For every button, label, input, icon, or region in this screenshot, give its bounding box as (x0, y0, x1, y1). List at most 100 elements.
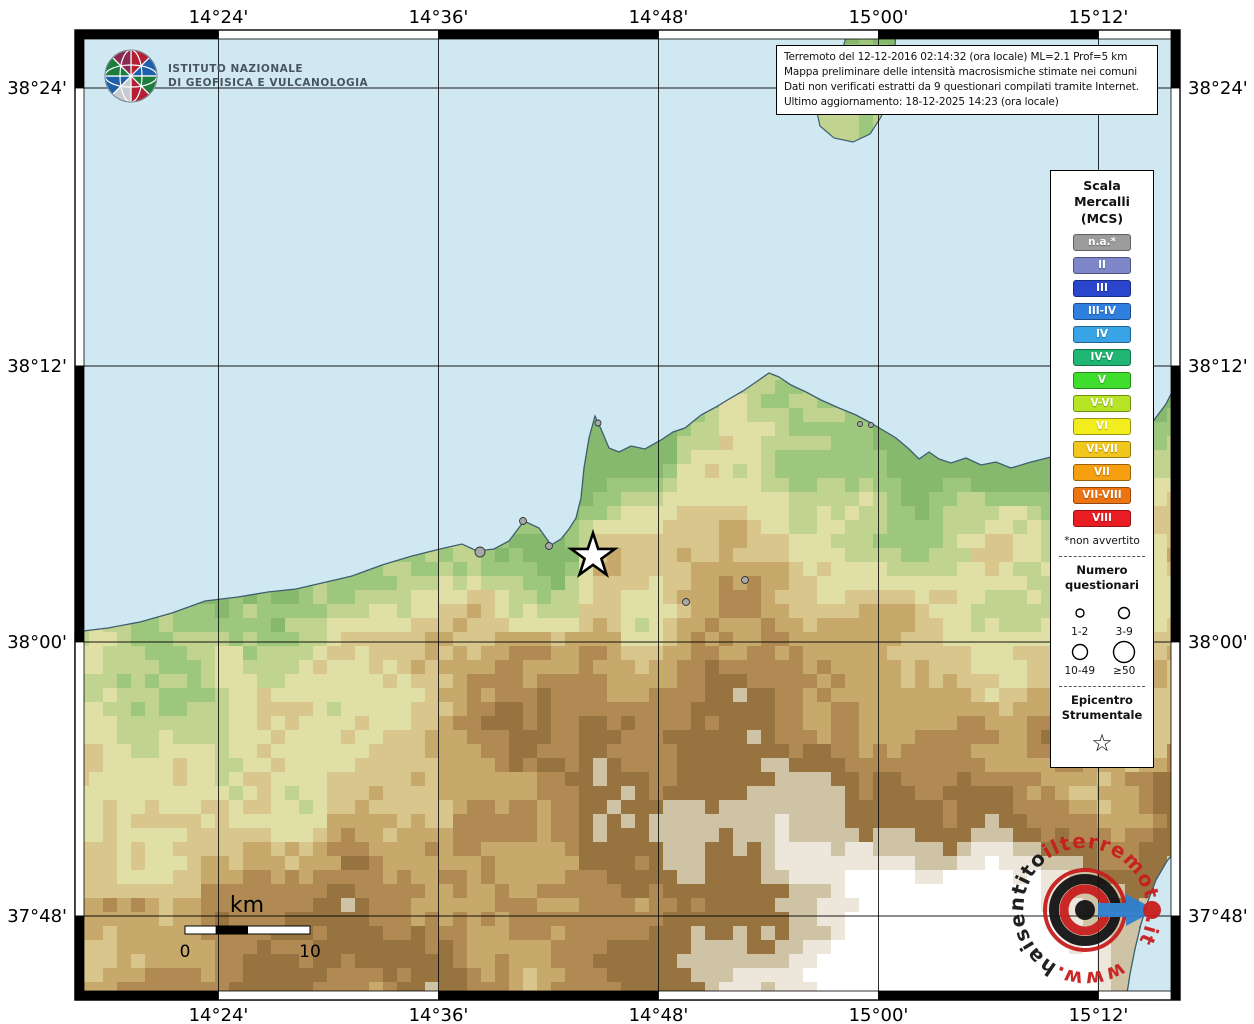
lon-label-top: 15°00' (849, 7, 909, 28)
legend-divider-2 (1059, 686, 1145, 687)
legend-class-iv: IV (1073, 326, 1131, 343)
legend-panel: Scala Mercalli (MCS) n.a.*IIIIIIII-IVIVI… (1050, 170, 1154, 768)
questionnaire-point (683, 599, 690, 606)
frame-segment-left (75, 916, 84, 1000)
macroseismic-map-figure: km 0 10 www.haisentitoilterremoto.it 14°… (0, 0, 1254, 1024)
scale-bar-start-label: 0 (180, 942, 191, 962)
lat-label-right: 37°48' (1188, 906, 1248, 927)
questionnaire-point (520, 518, 527, 525)
frame-segment-top (75, 30, 219, 39)
frame-segment-right (1171, 30, 1180, 88)
legend-size-label: 3-9 (1116, 626, 1133, 638)
ingv-globe-icon (105, 50, 157, 102)
frame-segment-right (1171, 366, 1180, 642)
frame-segment-right (1171, 916, 1180, 1000)
legend-size-3-9: 3-9 (1109, 600, 1140, 638)
event-info-box: Terremoto del 12-12-2016 02:14:32 (ora l… (776, 45, 1158, 115)
scale-bar-segment (216, 926, 247, 934)
legend-size-10-49: 10-49 (1064, 639, 1095, 677)
scale-bar-end-label: 10 (299, 942, 321, 962)
frame-segment-left (75, 366, 84, 642)
lat-label-right: 38°00' (1188, 632, 1248, 653)
frame-segment-left (75, 642, 84, 916)
frame-segment-right (1171, 642, 1180, 916)
legend-class-vi: VI (1073, 418, 1131, 435)
legend-questionnaire-sizes: 1-2 3-9 10-49 ≥50 (1064, 600, 1139, 677)
lat-label-left: 38°12' (7, 356, 67, 377)
ingv-org-line1: ISTITUTO NAZIONALE (168, 63, 303, 75)
lon-label-bottom: 15°00' (849, 1005, 909, 1024)
questionnaire-point (595, 420, 601, 426)
scale-bar-unit: km (230, 893, 264, 918)
lon-label-bottom: 15°12' (1069, 1005, 1129, 1024)
legend-class-n-a-: n.a.* (1073, 234, 1131, 251)
event-info-line1: Terremoto del 12-12-2016 02:14:32 (ora l… (784, 50, 1150, 65)
questionnaire-point (869, 423, 874, 428)
legend-class-v: V (1073, 372, 1131, 389)
lon-label-top: 14°24' (189, 7, 249, 28)
lon-label-bottom: 14°24' (189, 1005, 249, 1024)
lat-label-right: 38°12' (1188, 356, 1248, 377)
frame-segment-top (659, 30, 879, 39)
frame-segment-right (1171, 88, 1180, 366)
legend-class-iv-v: IV-V (1073, 349, 1131, 366)
frame-segment-top (1099, 30, 1181, 39)
frame-segment-top (879, 30, 1099, 39)
lon-label-top: 14°36' (409, 7, 469, 28)
questionnaire-size-icon (1067, 600, 1093, 626)
legend-class-vii-viii: VII-VIII (1073, 487, 1131, 504)
legend-divider-1 (1059, 556, 1145, 557)
legend-class-iii-iv: III-IV (1073, 303, 1131, 320)
lon-label-bottom: 14°36' (409, 1005, 469, 1024)
frame-segment-bottom (219, 991, 439, 1000)
questionnaire-size-icon (1067, 639, 1093, 665)
legend-class-vi-vii: VI-VII (1073, 441, 1131, 458)
questionnaire-point (858, 422, 863, 427)
questionnaire-size-icon (1111, 639, 1137, 665)
scale-bar-segment (185, 926, 216, 934)
lon-label-top: 15°12' (1069, 7, 1129, 28)
legend-class-ii: II (1073, 257, 1131, 274)
lat-label-left: 38°00' (7, 632, 67, 653)
questionnaire-point (546, 543, 553, 550)
legend-class-viii: VIII (1073, 510, 1131, 527)
lon-label-top: 14°48' (629, 7, 689, 28)
legend-class-v-vi: V-VI (1073, 395, 1131, 412)
frame-segment-top (219, 30, 439, 39)
lat-label-left: 38°24' (7, 78, 67, 99)
legend-intensity-scale: n.a.*IIIIIIII-IVIVIV-VVV-VIVIVI-VIIVIIVI… (1073, 234, 1131, 527)
legend-epicenter-title: Epicentro Strumentale (1062, 693, 1143, 724)
legend-title: Scala Mercalli (MCS) (1074, 178, 1130, 227)
legend-size--50: ≥50 (1109, 639, 1140, 677)
legend-size-label: ≥50 (1113, 665, 1135, 677)
lat-label-left: 37°48' (7, 906, 67, 927)
legend-class-iii: III (1073, 280, 1131, 297)
frame-segment-bottom (659, 991, 879, 1000)
legend-size-1-2: 1-2 (1064, 600, 1095, 638)
event-info-line4: Ultimo aggiornamento: 18-12-2025 14:23 (… (784, 95, 1150, 110)
legend-class-vii: VII (1073, 464, 1131, 481)
frame-segment-bottom (75, 991, 219, 1000)
frame-segment-top (439, 30, 659, 39)
questionnaire-point (475, 547, 485, 557)
frame-segment-bottom (439, 991, 659, 1000)
legend-questionnaires-title: Numero questionari (1065, 563, 1139, 594)
scale-bar-segments (185, 926, 310, 934)
scale-bar-segment (248, 926, 311, 934)
frame-segment-left (75, 88, 84, 366)
questionnaire-size-icon (1111, 600, 1137, 626)
questionnaire-point (742, 577, 749, 584)
watermark-bullseye (1075, 900, 1095, 920)
ingv-org-line2: DI GEOFISICA E VULCANOLOGIA (168, 77, 369, 89)
epicenter-legend-icon: ☆ (1091, 731, 1113, 755)
event-info-line2: Mappa preliminare delle intensità macros… (784, 65, 1150, 80)
lon-label-bottom: 14°48' (629, 1005, 689, 1024)
event-info-line3: Dati non verificati estratti da 9 questi… (784, 80, 1150, 95)
frame-segment-bottom (879, 991, 1099, 1000)
frame-segment-left (75, 30, 84, 88)
legend-size-label: 10-49 (1064, 665, 1095, 677)
legend-footnote: *non avvertito (1064, 535, 1140, 547)
frame-segment-bottom (1099, 991, 1181, 1000)
legend-size-label: 1-2 (1071, 626, 1088, 638)
lat-label-right: 38°24' (1188, 78, 1248, 99)
